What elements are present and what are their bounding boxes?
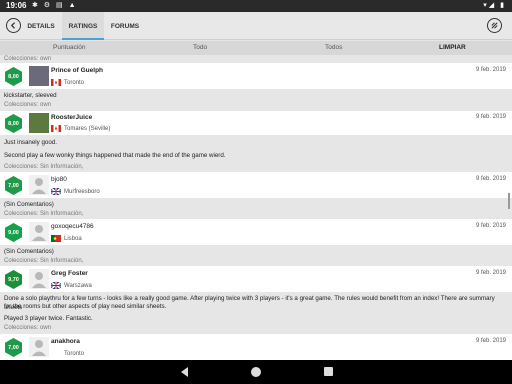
avatar [29, 113, 49, 133]
date: 9 feb. 2019 [475, 223, 506, 229]
rating-badge: 8,00 [5, 67, 22, 86]
back-button[interactable] [6, 18, 21, 33]
uk-flag-icon [51, 188, 61, 195]
comment: (Sin Comentarios) [4, 201, 54, 208]
nav-home-icon[interactable] [251, 367, 261, 377]
username: Prince of Guelph [51, 67, 104, 74]
date: 9 feb. 2019 [475, 338, 506, 344]
date: 9 feb. 2019 [475, 114, 506, 120]
rating-badge: 8,00 [5, 114, 22, 133]
collection-label: Colecciones: Sin Información, [4, 258, 84, 264]
rating-card[interactable]: 8,00 RoosterJuice Tomares (Seville) 9 fe… [0, 111, 512, 135]
location: Tomares (Seville) [64, 126, 111, 132]
rating-badge: 7,00 [5, 338, 22, 357]
location: Warszawa [64, 283, 92, 289]
dice-button[interactable] [487, 18, 502, 33]
chevron-left-icon [10, 22, 15, 29]
filter-all[interactable]: Todo [193, 44, 207, 51]
status-right-icons: ▾◢ ▮ [483, 2, 506, 9]
rating-card[interactable]: 9,70 Greg Foster Warszawa 9 feb. 2019 [0, 266, 512, 292]
date: 9 feb. 2019 [475, 176, 506, 182]
tab-selected-indicator [62, 38, 104, 40]
filter-row: Puntuación Todo Todos LIMPIAR [0, 41, 512, 55]
location: Toronto [64, 351, 85, 357]
comment: Just insanely good. [4, 139, 57, 146]
date: 9 feb. 2019 [475, 67, 506, 73]
user-placeholder-icon [32, 272, 46, 288]
rating-badge: 9,00 [5, 223, 22, 242]
collection-label: Colecciones: own [4, 102, 52, 108]
comment: Second play a few wonky things happened … [4, 152, 226, 159]
collection-label: Colecciones: Sin Información, [4, 211, 84, 217]
username: bjo80 [51, 176, 67, 183]
canada-flag-icon [51, 125, 61, 132]
portugal-flag-icon [51, 235, 61, 242]
rating-badge: 9,70 [5, 270, 22, 289]
location: Murfreesboro [64, 189, 100, 195]
tab-ratings[interactable]: RATINGS [62, 12, 104, 40]
nav-recents-icon[interactable] [324, 367, 333, 376]
nav-back-icon[interactable] [181, 367, 188, 377]
user-placeholder-icon [32, 225, 46, 241]
user-placeholder-icon [32, 178, 46, 194]
tab-forums[interactable]: FORUMS [106, 12, 144, 40]
username: anakhora [51, 338, 80, 345]
tab-details[interactable]: DETAILS [24, 12, 58, 40]
clear-filters-button[interactable]: LIMPIAR [439, 44, 466, 51]
rating-card[interactable]: 7,00 bjo80 Murfreesboro 9 feb. 2019 [0, 172, 512, 198]
status-time: 19:06 [6, 1, 27, 10]
username: goxoqecu4786 [51, 223, 94, 230]
comment: (Sin Comentarios) [4, 248, 54, 255]
comment: kickstarter, sleeved [4, 92, 57, 99]
collection-label: Colecciones: own [4, 325, 52, 331]
system-nav-bar [0, 360, 512, 384]
avatar [29, 337, 49, 357]
avatar [29, 269, 49, 289]
rating-badge: 7,00 [5, 176, 22, 195]
location: Toronto [64, 80, 85, 86]
dice-icon [491, 22, 498, 29]
collection-label: Colecciones: own [4, 56, 52, 62]
rating-card[interactable]: 9,00 goxoqecu4786 Lisboa 9 feb. 2019 [0, 219, 512, 245]
status-icons: ✱ ⚙ ▤ ▲ [32, 2, 78, 9]
location: Lisboa [64, 236, 82, 242]
uk-flag-icon [51, 282, 61, 289]
ratings-list: Colecciones: own 8,00 Prince of Guelph T… [0, 55, 512, 360]
collection-label: Colecciones: Sin Información, [4, 164, 84, 170]
rating-card[interactable]: 7,00 anakhora Toronto 9 feb. 2019 [0, 334, 512, 360]
canada-flag-icon [51, 79, 61, 86]
filter-all-plural[interactable]: Todos [325, 44, 342, 51]
username: Greg Foster [51, 270, 88, 277]
avatar [29, 66, 49, 86]
date: 9 feb. 2019 [475, 270, 506, 276]
comment: for the rooms but other aspects of play … [4, 303, 167, 310]
avatar [29, 222, 49, 242]
filter-rating[interactable]: Puntuación [53, 44, 86, 51]
status-bar: 19:06 ✱ ⚙ ▤ ▲ ▾◢ ▮ [0, 0, 512, 12]
user-placeholder-icon [32, 340, 46, 356]
comment: Played 3 player twice. Fantastic. [4, 315, 93, 322]
avatar [29, 175, 49, 195]
rating-card[interactable]: 8,00 Prince of Guelph Toronto 9 feb. 201… [0, 63, 512, 89]
scrollbar[interactable] [508, 193, 510, 209]
app-toolbar: DETAILS RATINGS FORUMS [0, 12, 512, 40]
username: RoosterJuice [51, 114, 93, 121]
